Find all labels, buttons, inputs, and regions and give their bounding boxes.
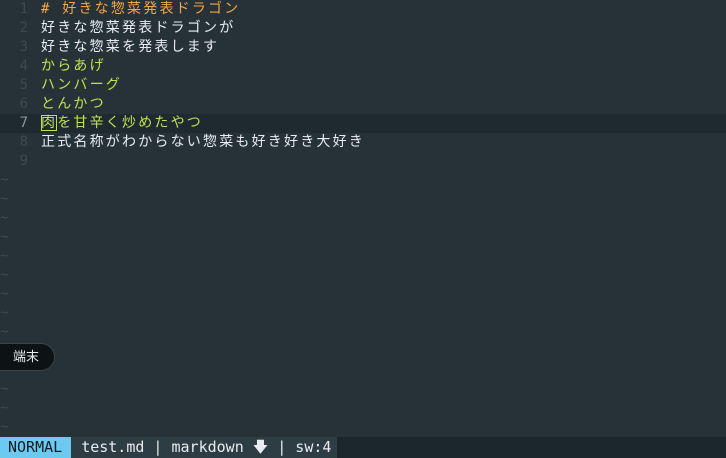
empty-line-marker: ~ <box>0 305 9 321</box>
line-number: 4 <box>19 58 28 74</box>
buffer-line-2[interactable]: 2 好きな惣菜発表ドラゴンが <box>0 19 726 38</box>
line-text[interactable]: とんかつ <box>41 95 106 114</box>
empty-line-marker: ~ <box>0 324 9 340</box>
empty-line-marker: ~ <box>0 286 9 302</box>
editor-buffer[interactable]: 1 # 好きな惣菜発表ドラゴン 2 好きな惣菜発表ドラゴンが 3 好きな惣菜を発… <box>0 0 726 437</box>
terminal-tooltip[interactable]: 端末 <box>0 343 55 371</box>
line-text[interactable]: # 好きな惣菜発表ドラゴン <box>41 0 240 19</box>
line-text[interactable]: 正式名称がわからない惣菜も好き好き大好き <box>41 133 365 152</box>
line-text[interactable]: 肉を甘辛く炒めたやつ <box>41 114 203 133</box>
buffer-line-9[interactable]: 9 <box>0 152 726 171</box>
buffer-line-1[interactable]: 1 # 好きな惣菜発表ドラゴン <box>0 0 726 19</box>
line-number: 9 <box>19 153 28 169</box>
line-text[interactable]: ハンバーグ <box>41 76 122 95</box>
line-number: 8 <box>19 134 28 150</box>
line-text[interactable]: からあげ <box>41 57 106 76</box>
line-text[interactable]: 好きな惣菜発表ドラゴンが <box>41 19 235 38</box>
empty-line-marker: ~ <box>0 419 9 435</box>
file-info: test.md | markdown 🡇 | sw:4 <box>71 437 338 458</box>
buffer-line-6[interactable]: 6 とんかつ <box>0 95 726 114</box>
mode-indicator: NORMAL <box>0 437 72 458</box>
empty-line-marker: ~ <box>0 267 9 283</box>
empty-line-marker: ~ <box>0 400 9 416</box>
empty-line-marker: ~ <box>0 248 9 264</box>
buffer-line-3[interactable]: 3 好きな惣菜を発表します <box>0 38 726 57</box>
line-number: 3 <box>19 39 28 55</box>
empty-line-marker: ~ <box>0 172 9 188</box>
statusline: NORMAL test.md | markdown 🡇 | sw:4 <box>0 437 726 458</box>
line-text-rest: を甘辛く炒めたやつ <box>57 115 204 131</box>
buffer-line-4[interactable]: 4 からあげ <box>0 57 726 76</box>
line-number: 7 <box>19 115 28 131</box>
empty-line-marker: ~ <box>0 381 9 397</box>
empty-line-marker: ~ <box>0 210 9 226</box>
empty-line-marker: ~ <box>0 191 9 207</box>
buffer-line-8[interactable]: 8 正式名称がわからない惣菜も好き好き大好き <box>0 133 726 152</box>
line-number: 1 <box>19 1 28 17</box>
line-text[interactable]: 好きな惣菜を発表します <box>41 38 219 57</box>
empty-line-marker: ~ <box>0 229 9 245</box>
cursor: 肉 <box>41 115 58 131</box>
buffer-line-7-current[interactable]: 7 肉を甘辛く炒めたやつ <box>0 114 726 133</box>
line-number: 2 <box>19 20 28 36</box>
line-number: 5 <box>19 77 28 93</box>
buffer-line-5[interactable]: 5 ハンバーグ <box>0 76 726 95</box>
line-number: 6 <box>19 96 28 112</box>
